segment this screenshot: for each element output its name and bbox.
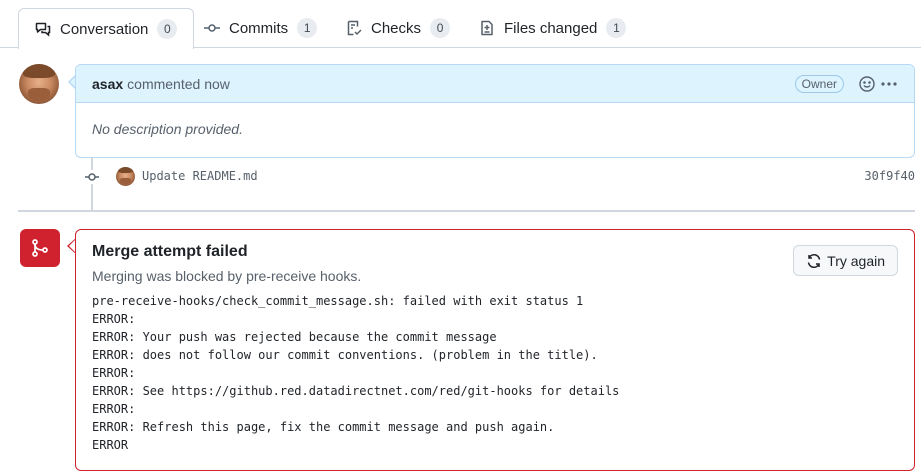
checklist-icon [346, 20, 362, 36]
timeline-divider [18, 210, 915, 212]
comment-timestamp: commented now [127, 75, 230, 92]
owner-badge: Owner [794, 74, 844, 93]
sync-icon [806, 253, 822, 269]
tab-label: Files changed [504, 19, 598, 37]
merge-error-subtitle: Merging was blocked by pre-receive hooks… [92, 268, 362, 284]
tab-counter: 0 [157, 19, 178, 39]
try-again-label: Try again [827, 252, 885, 269]
merge-error-box: Merge attempt failed Merging was blocked… [75, 229, 915, 471]
hook-error-log: pre-receive-hooks/check_commit_message.s… [92, 294, 620, 452]
file-diff-icon [479, 20, 495, 36]
comment-author[interactable]: asax [92, 76, 123, 92]
tab-counter: 1 [606, 18, 627, 38]
tab-label: Commits [229, 19, 289, 37]
commit-message-link[interactable]: Update README.md [142, 169, 258, 183]
tab-counter: 0 [430, 18, 451, 38]
tab-counter: 1 [297, 18, 318, 38]
pull-request-page: Conversation 0 Commits 1 Checks 0 Files … [0, 0, 921, 475]
pr-description-comment: asax commented now Owner No description … [75, 64, 915, 158]
kebab-horizontal-icon[interactable] [880, 75, 898, 93]
timeline-commit: Update README.md 30f9f40 [116, 166, 915, 186]
merge-error-title: Merge attempt failed [92, 243, 248, 260]
comment-discussion-icon [35, 21, 51, 37]
tab-conversation[interactable]: Conversation 0 [18, 8, 195, 49]
tab-label: Checks [371, 19, 422, 37]
commit-sha-link[interactable]: 30f9f40 [864, 169, 915, 183]
try-again-button[interactable]: Try again [793, 245, 898, 276]
avatar[interactable] [116, 166, 135, 186]
tab-label: Conversation [60, 20, 149, 38]
timeline-line [91, 158, 93, 210]
smiley-icon[interactable] [858, 75, 876, 93]
tab-files-changed[interactable]: Files changed 1 [463, 8, 642, 48]
tab-commits[interactable]: Commits 1 [188, 8, 333, 48]
avatar[interactable] [19, 64, 59, 104]
tab-checks[interactable]: Checks 0 [330, 8, 466, 48]
pr-tab-bar: Conversation 0 Commits 1 Checks 0 Files … [0, 0, 921, 49]
git-commit-icon [204, 20, 220, 36]
comment-header: asax commented now Owner [76, 65, 914, 103]
comment-body: No description provided. [92, 121, 243, 137]
git-merge-icon [20, 229, 60, 267]
git-commit-icon [85, 170, 99, 184]
